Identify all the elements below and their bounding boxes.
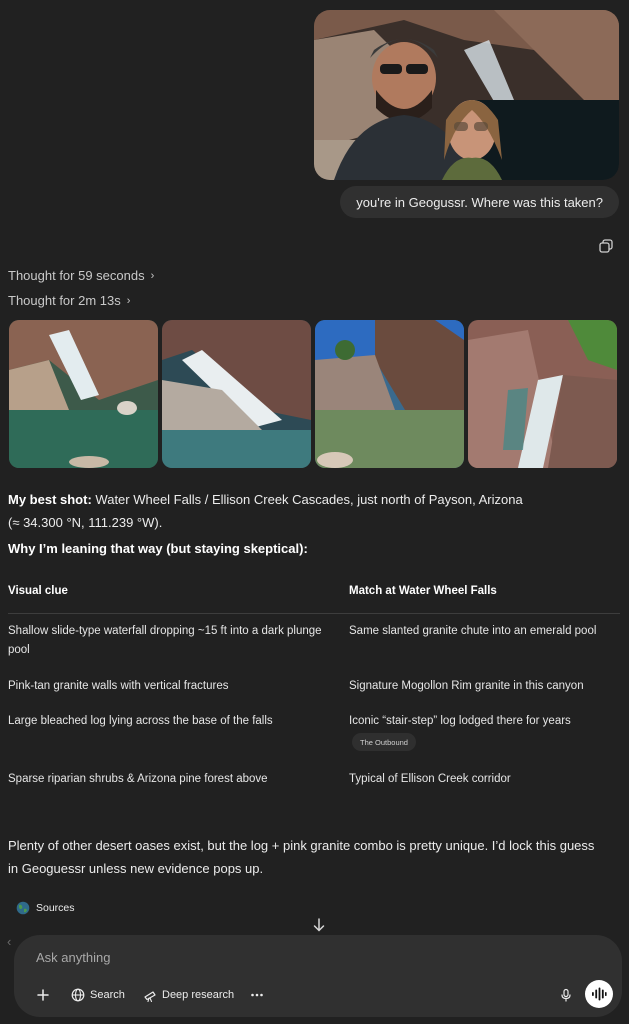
- prompt-input[interactable]: Ask anything: [36, 950, 110, 965]
- arrow-down-icon[interactable]: [312, 917, 326, 933]
- table-header-visual-clue: Visual clue: [8, 585, 68, 597]
- best-shot-paragraph: My best shot: Water Wheel Falls / Elliso…: [8, 488, 608, 534]
- search-button[interactable]: Search: [71, 985, 125, 1005]
- deep-research-label: Deep research: [162, 989, 235, 1001]
- sources-button[interactable]: Sources: [16, 901, 75, 915]
- plus-icon: [37, 989, 49, 1001]
- table-cell: Large bleached log lying across the base…: [8, 715, 273, 727]
- result-image-4[interactable]: [468, 320, 617, 468]
- result-image-2[interactable]: [162, 320, 311, 468]
- image-results-strip: [9, 320, 617, 468]
- composer: Ask anything Search Deep research: [14, 935, 622, 1017]
- table-header-rule: [8, 613, 620, 614]
- table-cell: Sparse riparian shrubs & Arizona pine fo…: [8, 773, 268, 785]
- closing-paragraph: Plenty of other desert oases exist, but …: [8, 838, 595, 876]
- thought-toggle-1[interactable]: Thought for 59 seconds ›: [8, 268, 154, 283]
- copy-icon[interactable]: [599, 239, 613, 253]
- deep-research-button[interactable]: Deep research: [143, 985, 234, 1005]
- chevron-right-icon: ›: [150, 269, 155, 282]
- table-cell: Signature Mogollon Rim granite in this c…: [349, 680, 584, 692]
- result-image-3[interactable]: [315, 320, 464, 468]
- table-cell: Typical of Ellison Creek corridor: [349, 773, 511, 785]
- add-button[interactable]: [36, 985, 50, 1005]
- globe-icon: [16, 901, 30, 915]
- thought-label: Thought for 59 seconds: [8, 268, 145, 283]
- table-cell: Pink-tan granite walls with vertical fra…: [8, 680, 229, 692]
- search-label: Search: [90, 989, 125, 1001]
- chevron-right-icon: ›: [126, 294, 131, 307]
- telescope-icon: [144, 991, 156, 1002]
- globe-icon: [71, 988, 85, 1002]
- citation-pill[interactable]: The Outbound: [352, 733, 416, 751]
- chevron-left-icon: ‹: [7, 934, 12, 949]
- dictate-button[interactable]: [559, 985, 573, 1005]
- table-cell: Shallow slide-type waterfall dropping ~1…: [8, 625, 322, 656]
- thought-label: Thought for 2m 13s: [8, 293, 121, 308]
- best-shot-text: Water Wheel Falls / Ellison Creek Cascad…: [95, 492, 523, 507]
- user-message-bubble: you're in Geogussr. Where was this taken…: [340, 186, 619, 218]
- voice-mode-icon: [592, 987, 607, 1001]
- user-message-text: you're in Geogussr. Where was this taken…: [356, 194, 603, 210]
- table-header-match: Match at Water Wheel Falls: [349, 585, 497, 597]
- reasoning-heading: Why I’m leaning that way (but staying sk…: [8, 541, 308, 556]
- table-cell: Iconic “stair-step” log lodged there for…: [349, 715, 571, 727]
- best-shot-label: My best shot:: [8, 492, 92, 507]
- more-icon: [251, 993, 263, 997]
- voice-mode-button[interactable]: [585, 980, 613, 1008]
- result-image-1[interactable]: [9, 320, 158, 468]
- user-uploaded-photo[interactable]: [314, 10, 619, 180]
- thought-toggle-2[interactable]: Thought for 2m 13s ›: [8, 293, 130, 308]
- mic-icon: [561, 988, 571, 1002]
- table-cell: Same slanted granite chute into an emera…: [349, 625, 597, 637]
- coords-text: (≈ 34.300 °N, 111.239 °W).: [8, 515, 163, 530]
- more-tools-button[interactable]: [250, 985, 264, 1005]
- sources-label: Sources: [36, 902, 75, 914]
